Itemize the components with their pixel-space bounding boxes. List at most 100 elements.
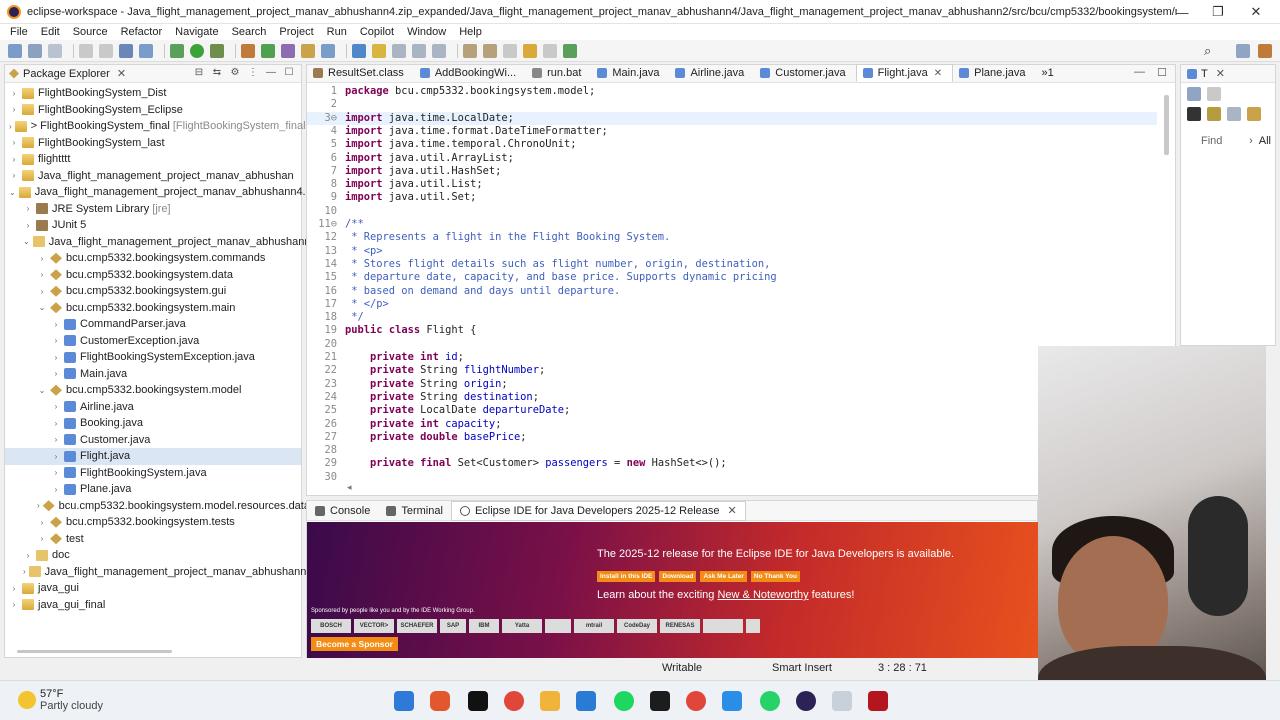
close-tab-icon[interactable]: ✕ <box>728 504 737 517</box>
tree-item[interactable]: ⌄ Java_flight_management_project_manav_ab… <box>5 184 344 201</box>
new-java-project-icon[interactable] <box>241 43 255 58</box>
status-insert-mode[interactable]: Smart Insert <box>772 662 832 674</box>
close-icon[interactable]: ✕ <box>117 67 126 80</box>
redo-icon[interactable] <box>99 43 113 58</box>
menu-search[interactable]: Search <box>232 26 267 38</box>
tab-release-notes[interactable]: Eclipse IDE for Java Developers 2025-12 … <box>450 500 746 521</box>
code-line[interactable]: 3⊖ import java.time.LocalDate; <box>307 111 1157 125</box>
code-line[interactable]: 28 <box>307 444 1157 457</box>
download-button[interactable]: Download <box>659 571 697 582</box>
tree-item[interactable]: › Plane.java <box>5 481 301 498</box>
terminal-icon[interactable] <box>119 43 133 58</box>
code-line[interactable]: 6 import java.util.ArrayList; <box>307 152 1157 165</box>
code-line[interactable]: 15 * departure date, capacity, and base … <box>307 271 1157 284</box>
paint-icon[interactable] <box>576 691 596 711</box>
coverage-icon[interactable] <box>210 43 224 58</box>
tree-item-selected[interactable]: › Flight.java <box>5 448 301 465</box>
tab-resultset[interactable]: ResultSet.class <box>307 64 414 82</box>
sponsor-logo[interactable] <box>703 619 743 633</box>
tree-item[interactable]: ⌄ bcu.cmp5332.bookingsystem.main <box>5 300 301 317</box>
sponsor-logo[interactable]: SAP <box>440 619 466 633</box>
tab-runbat[interactable]: run.bat <box>526 64 591 82</box>
close-tab-icon[interactable]: ✕ <box>934 68 942 79</box>
code-line[interactable]: 23 private String origin; <box>307 378 1157 391</box>
tree-item[interactable]: › JRE System Library [jre] <box>5 201 301 218</box>
code-line[interactable]: 21 private int id; <box>307 351 1157 364</box>
chrome-profile-icon[interactable] <box>686 691 706 711</box>
menu-copilot[interactable]: Copilot <box>360 26 394 38</box>
tab-plane[interactable]: Plane.java <box>953 64 1035 82</box>
sync-icon[interactable] <box>1187 87 1201 101</box>
code-line[interactable]: 5 import java.time.temporal.ChronoUnit; <box>307 138 1157 151</box>
menu-file[interactable]: File <box>10 26 28 38</box>
block-selection-icon[interactable] <box>392 43 406 58</box>
run-icon[interactable] <box>190 43 204 58</box>
tree-item[interactable]: › FlightBookingSystem_Dist <box>5 85 301 102</box>
code-line[interactable]: 22 private String flightNumber; <box>307 364 1157 377</box>
tree-item[interactable]: ⌄ Java_flight_management_project_manav_ab… <box>5 234 343 251</box>
tree-item[interactable]: › bcu.cmp5332.bookingsystem.tests <box>5 514 301 531</box>
code-line[interactable]: 26 private int capacity; <box>307 418 1157 431</box>
collapse-all-icon[interactable]: ⊟ <box>193 67 205 79</box>
last-edit-icon[interactable] <box>503 43 517 58</box>
close-icon[interactable]: ✕ <box>1216 67 1225 80</box>
menu-project[interactable]: Project <box>279 26 313 38</box>
tree-item[interactable]: › bcu.cmp5332.bookingsystem.gui <box>5 283 301 300</box>
code-line[interactable]: 10 <box>307 205 1157 218</box>
maximize-editor-icon[interactable]: ☐ <box>1157 66 1167 79</box>
snipping-tool-icon[interactable] <box>832 691 852 711</box>
tree-item[interactable]: › flightttt <box>5 151 301 168</box>
collapse-icon[interactable] <box>1227 107 1241 121</box>
tree-item[interactable]: › CustomerException.java <box>5 333 301 350</box>
sponsor-logo[interactable]: IBM <box>469 619 499 633</box>
highlight-icon[interactable] <box>372 43 386 58</box>
code-line[interactable]: 4 import java.time.format.DateTimeFormatt… <box>307 125 1157 138</box>
tab-addbooking[interactable]: AddBookingWi... <box>414 64 526 82</box>
debug-icon[interactable] <box>170 43 184 58</box>
menu-edit[interactable]: Edit <box>41 26 60 38</box>
code-line[interactable]: 11⊖ /** <box>307 218 1157 231</box>
tree-item[interactable]: › Booking.java <box>5 415 301 432</box>
code-line[interactable]: 19 public class Flight { <box>307 324 1157 337</box>
view-menu-icon[interactable]: ⋮ <box>247 67 259 79</box>
open-perspective-icon[interactable] <box>1236 44 1250 58</box>
minimize-icon[interactable]: — <box>1164 0 1200 24</box>
sponsor-logo[interactable]: VECTOR> <box>354 619 394 633</box>
close-icon[interactable]: ✕ <box>1238 0 1274 24</box>
word-wrap-icon[interactable] <box>412 43 426 58</box>
menu-navigate[interactable]: Navigate <box>175 26 218 38</box>
new-icon[interactable] <box>8 43 22 58</box>
terminal-app-icon[interactable] <box>650 691 670 711</box>
toggle-mark-icon[interactable] <box>352 43 366 58</box>
tab-terminal[interactable]: Terminal <box>378 501 451 521</box>
hide-static-icon[interactable] <box>1207 107 1221 121</box>
file-explorer-icon[interactable] <box>540 691 560 711</box>
sponsor-logo[interactable]: SCHAEFER <box>397 619 437 633</box>
code-line[interactable]: 29 private final Set<Customer> passenger… <box>307 457 1157 470</box>
sort-icon[interactable] <box>1247 107 1261 121</box>
code-line[interactable]: 17 * </p> <box>307 298 1157 311</box>
tree-item[interactable]: › bcu.cmp5332.bookingsystem.data <box>5 267 301 284</box>
filter-icon[interactable]: ⚙ <box>229 67 241 79</box>
code-line[interactable]: 16 * based on demand and days until depa… <box>307 285 1157 298</box>
find-all-button[interactable]: All <box>1259 135 1271 147</box>
tree-item[interactable]: › Customer.java <box>5 432 301 449</box>
new-class-icon[interactable] <box>261 43 275 58</box>
sponsor-logo[interactable]: RENESAS <box>660 619 700 633</box>
undo-icon[interactable] <box>79 43 93 58</box>
tree-item[interactable]: › bcu.cmp5332.bookingsystem.model.resourc… <box>5 498 310 515</box>
tab-console[interactable]: Console <box>307 501 378 521</box>
sponsor-logo[interactable]: Yatta <box>502 619 542 633</box>
tab-overflow[interactable]: »1 <box>1036 64 1064 82</box>
minimize-view-icon[interactable]: — <box>265 67 277 79</box>
weather-widget[interactable]: 57°F Partly cloudy <box>18 688 103 712</box>
tab-customer[interactable]: Customer.java <box>754 64 855 82</box>
back-icon[interactable] <box>523 43 537 58</box>
code-area[interactable]: 1 package bcu.cmp5332.bookingsystem.model… <box>307 84 1157 484</box>
next-annotation-icon[interactable] <box>463 43 477 58</box>
find-input[interactable]: Find <box>1201 135 1243 147</box>
tree-item[interactable]: › CommandParser.java <box>5 316 301 333</box>
tree-item[interactable]: › java_gui <box>5 580 301 597</box>
menu-window[interactable]: Window <box>407 26 446 38</box>
tree-item[interactable]: › Airline.java <box>5 399 301 416</box>
